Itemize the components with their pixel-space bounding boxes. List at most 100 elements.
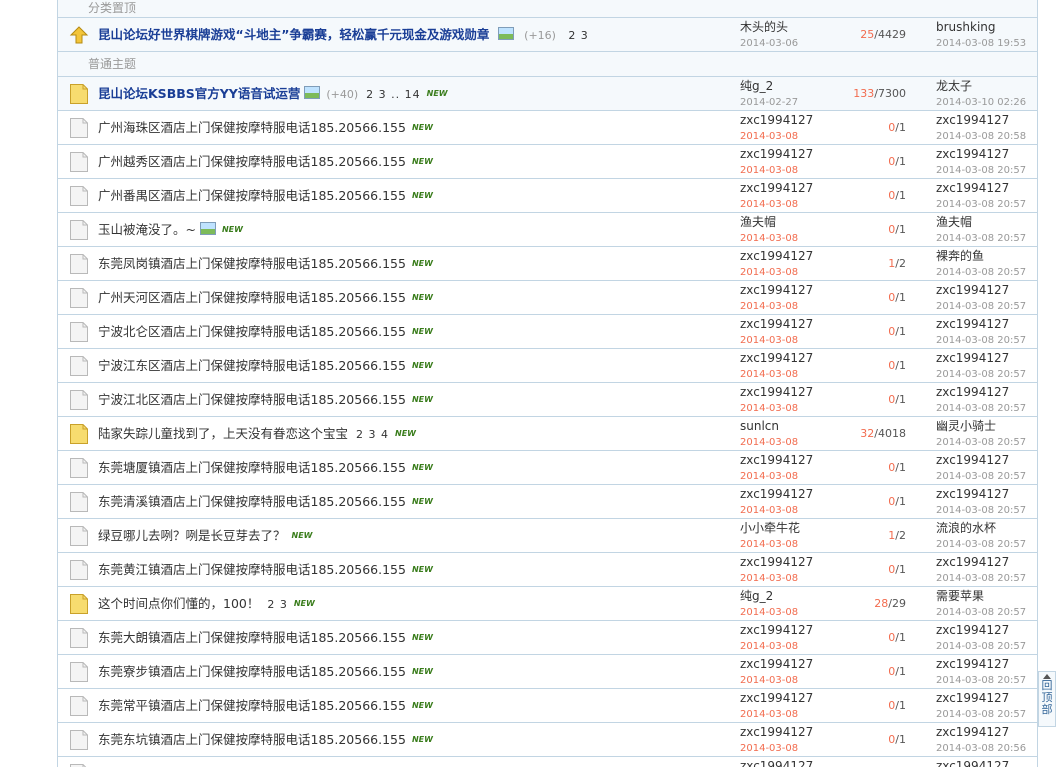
thread-title-line[interactable]: 广州天河区酒店上门保健按摩特服电话185.20566.155 NEW — [98, 281, 433, 315]
author-name[interactable]: zxc1994127 — [740, 691, 813, 705]
thread-row[interactable]: 广州越秀区酒店上门保健按摩特服电话185.20566.155 NEW zxc1994… — [58, 145, 1037, 179]
author-name[interactable]: zxc1994127 — [740, 555, 813, 569]
thread-title-line[interactable]: 东莞凤岗镇酒店上门保健按摩特服电话185.20566.155 NEW — [98, 247, 433, 281]
thread-row[interactable]: 东莞清溪镇酒店上门保健按摩特服电话185.20566.155 NEW zxc1994… — [58, 485, 1037, 519]
thread-title[interactable]: 陆家失踪儿童找到了，上天没有眷恋这个宝宝 — [98, 426, 348, 441]
thread-row[interactable]: 东莞寮步镇酒店上门保健按摩特服电话185.20566.155 NEW zxc1994… — [58, 655, 1037, 689]
thread-title[interactable]: 东莞大朗镇酒店上门保健按摩特服电话185.20566.155 — [98, 630, 406, 645]
last-post-date[interactable]: 2014-03-08 20:57 — [936, 232, 1026, 246]
thread-row[interactable]: 昆山论坛KSBBS官方YY语音试运营 (+40) 2 3 .. 14 NEW 纯g_2 2… — [58, 77, 1037, 111]
last-poster[interactable]: zxc1994127 — [936, 351, 1009, 365]
thread-row[interactable]: 东莞凤岗镇酒店上门保健按摩特服电话185.20566.155 NEW zxc1994… — [58, 247, 1037, 281]
last-post-date[interactable]: 2014-03-08 20:57 — [936, 640, 1026, 654]
last-post-date[interactable]: 2014-03-10 02:26 — [936, 96, 1026, 110]
thread-title[interactable]: 绿豆哪儿去咧？咧是长豆芽去了？ — [98, 528, 286, 543]
thread-row[interactable]: zxc1994127 zxc1994127 — [58, 757, 1037, 767]
thread-title-line[interactable]: 东莞清溪镇酒店上门保健按摩特服电话185.20566.155 NEW — [98, 485, 433, 519]
last-poster[interactable]: zxc1994127 — [936, 317, 1009, 331]
thread-title[interactable]: 玉山被淹没了。~ — [98, 222, 196, 237]
last-poster[interactable]: zxc1994127 — [936, 487, 1009, 501]
last-post-date[interactable]: 2014-03-08 20:57 — [936, 164, 1026, 178]
thread-title[interactable]: 广州越秀区酒店上门保健按摩特服电话185.20566.155 — [98, 154, 406, 169]
last-post-date[interactable]: 2014-03-08 20:57 — [936, 334, 1026, 348]
thread-title[interactable]: 东莞常平镇酒店上门保健按摩特服电话185.20566.155 — [98, 698, 406, 713]
thread-row[interactable]: 玉山被淹没了。~ NEW 渔夫帽 2014-03-08 0/1 渔夫帽 2014-03-08… — [58, 213, 1037, 247]
last-poster[interactable]: 幽灵小骑士 — [936, 419, 996, 433]
back-to-top-button[interactable]: 回顶部 — [1038, 671, 1056, 727]
thread-title-line[interactable]: 东莞寮步镇酒店上门保健按摩特服电话185.20566.155 NEW — [98, 655, 433, 689]
sticky-thread-pages[interactable]: 2 3 — [568, 29, 589, 42]
last-poster[interactable]: zxc1994127 — [936, 555, 1009, 569]
author-name[interactable]: zxc1994127 — [740, 725, 813, 739]
last-poster[interactable]: zxc1994127 — [936, 113, 1009, 127]
last-poster[interactable]: 流浪的水杯 — [936, 521, 996, 535]
thread-title-line[interactable]: 东莞常平镇酒店上门保健按摩特服电话185.20566.155 NEW — [98, 689, 433, 723]
author-name[interactable]: zxc1994127 — [740, 657, 813, 671]
author-name[interactable]: zxc1994127 — [740, 351, 813, 365]
last-poster[interactable]: zxc1994127 — [936, 623, 1009, 637]
author-name[interactable]: zxc1994127 — [740, 249, 813, 263]
thread-title-line[interactable]: 广州越秀区酒店上门保健按摩特服电话185.20566.155 NEW — [98, 145, 433, 179]
last-poster[interactable]: zxc1994127 — [936, 385, 1009, 399]
thread-title[interactable]: 广州天河区酒店上门保健按摩特服电话185.20566.155 — [98, 290, 406, 305]
thread-title-line[interactable]: 玉山被淹没了。~ NEW — [98, 213, 243, 247]
author-name[interactable]: zxc1994127 — [740, 113, 813, 127]
author-name[interactable]: 纯g_2 — [740, 79, 773, 93]
last-post-date[interactable]: 2014-03-08 20:57 — [936, 198, 1026, 212]
thread-title-line[interactable]: 昆山论坛KSBBS官方YY语音试运营 (+40) 2 3 .. 14 NEW — [98, 77, 448, 111]
last-poster[interactable]: brushking — [936, 20, 996, 34]
thread-title[interactable]: 东莞凤岗镇酒店上门保健按摩特服电话185.20566.155 — [98, 256, 406, 271]
thread-title-line[interactable]: 绿豆哪儿去咧？咧是长豆芽去了？ NEW — [98, 519, 313, 553]
author-name[interactable]: zxc1994127 — [740, 453, 813, 467]
last-post-date[interactable]: 2014-03-08 20:57 — [936, 606, 1026, 620]
author-name[interactable]: zxc1994127 — [740, 147, 813, 161]
last-post-date[interactable]: 2014-03-08 20:57 — [936, 674, 1026, 688]
thread-title[interactable]: 东莞塘厦镇酒店上门保健按摩特服电话185.20566.155 — [98, 460, 406, 475]
author-name[interactable]: zxc1994127 — [740, 623, 813, 637]
last-post-date[interactable]: 2014-03-08 20:56 — [936, 742, 1026, 756]
author-name[interactable]: 小小牵牛花 — [740, 521, 800, 535]
sticky-thread-title[interactable]: 昆山论坛好世界棋牌游戏“斗地主”争霸赛，轻松赢千元现金及游戏勋章 — [98, 27, 489, 42]
thread-title-line[interactable]: 东莞塘厦镇酒店上门保健按摩特服电话185.20566.155 NEW — [98, 451, 433, 485]
last-poster[interactable]: zxc1994127 — [936, 759, 1009, 767]
thread-title-line[interactable]: 这个时间点你们懂的，100！ 2 3 NEW — [98, 587, 315, 621]
thread-row[interactable]: 宁波江北区酒店上门保健按摩特服电话185.20566.155 NEW zxc1994… — [58, 383, 1037, 417]
thread-title[interactable]: 广州海珠区酒店上门保健按摩特服电话185.20566.155 — [98, 120, 406, 135]
author-name[interactable]: zxc1994127 — [740, 487, 813, 501]
last-post-date[interactable]: 2014-03-08 19:53 — [936, 37, 1026, 51]
author-name[interactable]: zxc1994127 — [740, 759, 813, 767]
thread-row[interactable]: 这个时间点你们懂的，100！ 2 3 NEW 纯g_2 2014-03-08 28/29 需… — [58, 587, 1037, 621]
last-poster[interactable]: zxc1994127 — [936, 725, 1009, 739]
last-poster[interactable]: zxc1994127 — [936, 147, 1009, 161]
thread-row[interactable]: 绿豆哪儿去咧？咧是长豆芽去了？ NEW 小小牵牛花 2014-03-08 1/2 流浪的水… — [58, 519, 1037, 553]
last-poster[interactable]: 需要苹果 — [936, 589, 984, 603]
thread-title[interactable]: 东莞东坑镇酒店上门保健按摩特服电话185.20566.155 — [98, 732, 406, 747]
thread-title-line[interactable]: 宁波北仑区酒店上门保健按摩特服电话185.20566.155 NEW — [98, 315, 433, 349]
author-name[interactable]: zxc1994127 — [740, 385, 813, 399]
thread-row[interactable]: 陆家失踪儿童找到了，上天没有眷恋这个宝宝 2 3 4 NEW sunlcn 2014-0… — [58, 417, 1037, 451]
author-name[interactable]: zxc1994127 — [740, 317, 813, 331]
thread-row[interactable]: 广州番禺区酒店上门保健按摩特服电话185.20566.155 NEW zxc1994… — [58, 179, 1037, 213]
sticky-thread-row[interactable]: 昆山论坛好世界棋牌游戏“斗地主”争霸赛，轻松赢千元现金及游戏勋章 (+16) 2… — [58, 18, 1037, 52]
last-post-date[interactable]: 2014-03-08 20:57 — [936, 368, 1026, 382]
thread-pages[interactable]: 2 3 .. 14 — [366, 88, 420, 101]
last-poster[interactable]: 裸奔的鱼 — [936, 249, 984, 263]
thread-title[interactable]: 宁波江北区酒店上门保健按摩特服电话185.20566.155 — [98, 392, 406, 407]
thread-pages[interactable]: 2 3 4 — [356, 428, 389, 441]
last-post-date[interactable]: 2014-03-08 20:58 — [936, 130, 1026, 144]
thread-title-line[interactable]: 广州海珠区酒店上门保健按摩特服电话185.20566.155 NEW — [98, 111, 433, 145]
thread-pages[interactable]: 2 3 — [267, 598, 288, 611]
author-name[interactable]: zxc1994127 — [740, 181, 813, 195]
thread-row[interactable]: 宁波北仑区酒店上门保健按摩特服电话185.20566.155 NEW zxc1994… — [58, 315, 1037, 349]
author-name[interactable]: 渔夫帽 — [740, 215, 776, 229]
last-poster[interactable]: zxc1994127 — [936, 691, 1009, 705]
thread-title-line[interactable]: 宁波江北区酒店上门保健按摩特服电话185.20566.155 NEW — [98, 383, 433, 417]
last-post-date[interactable]: 2014-03-08 20:57 — [936, 436, 1026, 450]
thread-title-line[interactable]: 广州番禺区酒店上门保健按摩特服电话185.20566.155 NEW — [98, 179, 433, 213]
thread-title-line[interactable]: 陆家失踪儿童找到了，上天没有眷恋这个宝宝 2 3 4 NEW — [98, 417, 416, 451]
last-post-date[interactable]: 2014-03-08 20:57 — [936, 504, 1026, 518]
thread-title[interactable]: 这个时间点你们懂的，100！ — [98, 596, 259, 611]
thread-title[interactable]: 宁波江东区酒店上门保健按摩特服电话185.20566.155 — [98, 358, 406, 373]
last-poster[interactable]: zxc1994127 — [936, 283, 1009, 297]
thread-title-line[interactable]: 东莞东坑镇酒店上门保健按摩特服电话185.20566.155 NEW — [98, 723, 433, 757]
